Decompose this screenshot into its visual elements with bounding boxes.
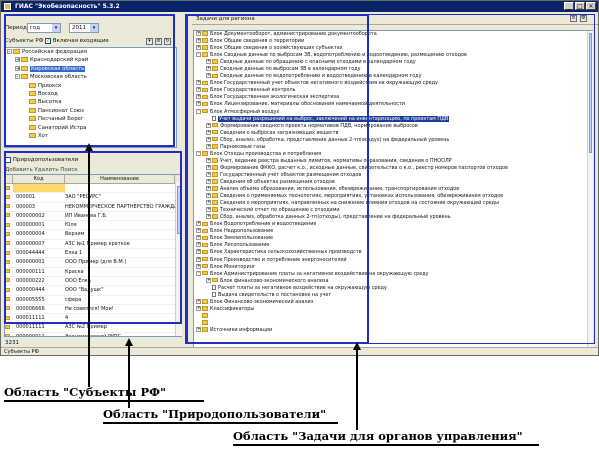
title-bar: ГИАС "Экобезопасность" 5.3.2 _ □ × — [1, 1, 598, 12]
row-marker — [5, 323, 13, 331]
cell-code: 000011111 — [16, 324, 45, 331]
table-row[interactable]: 000000011 Экономический РУПС — [5, 333, 181, 337]
close-button[interactable]: × — [586, 2, 596, 10]
cell-name: Экономический РУПС — [65, 333, 122, 337]
status-text: Субъекты РФ — [4, 349, 39, 355]
subjects-arrow-head — [85, 143, 93, 151]
annotation-users: Область "Природопользователи" — [103, 407, 327, 421]
status-bar: Субъекты РФ — [1, 347, 598, 355]
annotation-tasks-underline — [233, 444, 539, 446]
annotation-tasks: Область "Задачи для органов управления" — [233, 429, 523, 443]
folder-icon — [5, 324, 10, 329]
tasks-area-highlight — [185, 14, 595, 344]
annotation-subjects: Область "Субъекты РФ" — [4, 385, 167, 399]
cell-name: АЗС №2 Пример — [65, 324, 107, 331]
users-count: 3231 — [5, 340, 19, 346]
users-area-highlight — [4, 151, 182, 324]
annotation-subjects-underline — [4, 400, 204, 402]
subjects-area-highlight — [4, 14, 175, 147]
folder-icon — [5, 334, 10, 336]
row-marker — [5, 333, 13, 336]
cell-code: 000000011 — [16, 333, 45, 337]
table-row[interactable]: 000011111 АЗС №2 Пример — [5, 323, 181, 333]
users-arrow-head — [125, 338, 133, 346]
maximize-button[interactable]: □ — [575, 2, 585, 10]
window-title: ГИАС "Экобезопасность" 5.3.2 — [15, 3, 120, 10]
subjects-arrow-line — [88, 149, 90, 387]
tasks-arrow-head — [353, 342, 361, 350]
tasks-arrow-line — [356, 348, 358, 430]
annotation-users-underline — [103, 422, 338, 424]
app-icon — [4, 3, 11, 10]
minimize-button[interactable]: _ — [564, 2, 574, 10]
